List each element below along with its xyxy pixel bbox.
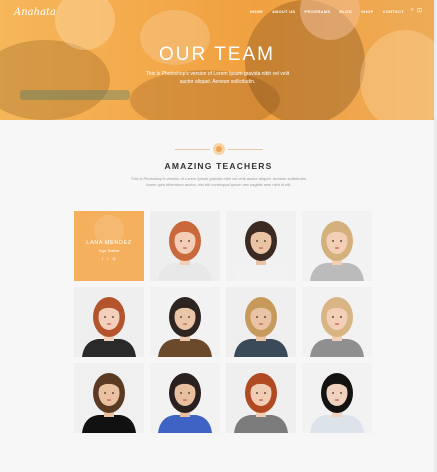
- team-card[interactable]: [302, 363, 372, 433]
- instagram-icon[interactable]: ◎: [112, 256, 116, 261]
- nav-shop[interactable]: SHOP: [361, 9, 374, 14]
- team-card[interactable]: [226, 211, 296, 281]
- teacher-photo: [310, 297, 364, 357]
- cart-icon[interactable]: ⊡: [417, 7, 422, 14]
- page-title: OUR TEAM: [159, 44, 275, 65]
- section-title: AMAZING TEACHERS: [164, 161, 273, 171]
- hero-banner: Anahata HOME ABOUT US PROGRAMS BLOG SHOP…: [0, 0, 434, 120]
- teacher-photo: [82, 297, 136, 357]
- nav-blog[interactable]: BLOG: [339, 9, 352, 14]
- main-nav: HOME ABOUT US PROGRAMS BLOG SHOP CONTACT: [250, 9, 404, 14]
- teacher-role: Yoga Teacher: [98, 249, 120, 253]
- site-logo[interactable]: Anahata: [14, 7, 56, 18]
- header-icons: ⌕ ⊡: [411, 7, 422, 14]
- team-card[interactable]: [302, 287, 372, 357]
- sun-icon: [213, 143, 225, 155]
- divider-right: [228, 149, 263, 150]
- team-card[interactable]: [74, 363, 144, 433]
- nav-programs[interactable]: PROGRAMS: [304, 9, 330, 14]
- teacher-photo: [82, 373, 136, 433]
- nav-about-us[interactable]: ABOUT US: [272, 9, 295, 14]
- team-grid: LANA MENDEZ Yoga Teacher f t ◎: [74, 211, 372, 433]
- nav-home[interactable]: HOME: [250, 9, 263, 14]
- team-card[interactable]: [226, 363, 296, 433]
- team-card[interactable]: [302, 211, 372, 281]
- team-card-featured[interactable]: LANA MENDEZ Yoga Teacher f t ◎: [74, 211, 144, 281]
- teacher-photo: [158, 221, 212, 281]
- team-card[interactable]: [150, 287, 220, 357]
- teacher-photo: [234, 373, 288, 433]
- teacher-photo: [158, 373, 212, 433]
- team-card[interactable]: [150, 211, 220, 281]
- team-card[interactable]: [74, 287, 144, 357]
- nav-contact[interactable]: CONTACT: [383, 9, 404, 14]
- page: Anahata HOME ABOUT US PROGRAMS BLOG SHOP…: [0, 0, 437, 472]
- social-links: f t ◎: [74, 256, 144, 261]
- teacher-photo: [234, 221, 288, 281]
- teacher-photo: [234, 297, 288, 357]
- team-card[interactable]: [226, 287, 296, 357]
- divider-left: [175, 149, 210, 150]
- team-card[interactable]: [150, 363, 220, 433]
- teacher-photo: [310, 221, 364, 281]
- teacher-photo: [158, 297, 212, 357]
- search-icon[interactable]: ⌕: [411, 7, 414, 14]
- twitter-icon[interactable]: t: [107, 256, 108, 261]
- hero-subtitle: This is Photoshop's version of Lorem Ips…: [145, 71, 290, 85]
- teacher-photo: [310, 373, 364, 433]
- teacher-name: LANA MENDEZ: [86, 240, 132, 246]
- facebook-icon[interactable]: f: [102, 256, 103, 261]
- section-description: This is Photoshop's version of Lorem Ips…: [130, 176, 308, 187]
